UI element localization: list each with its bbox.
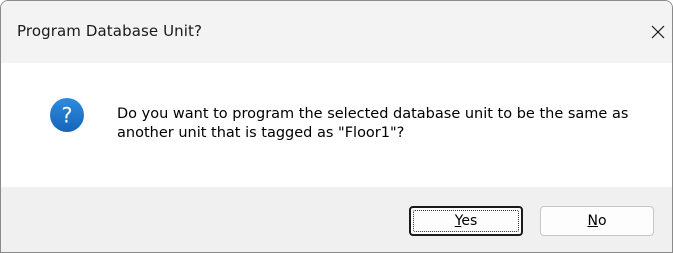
dialog-message: Do you want to program the selected data… [117, 106, 629, 141]
dialog-title: Program Database Unit? [17, 22, 203, 40]
no-label-rest: o [597, 213, 607, 229]
yes-button[interactable]: Yes [409, 206, 523, 236]
no-mnemonic: N [587, 213, 598, 229]
focus-ring [413, 210, 519, 232]
question-icon: ? [50, 98, 84, 132]
dialog-titlebar: Program Database Unit? [1, 1, 672, 63]
close-icon [651, 25, 665, 39]
svg-text:?: ? [61, 104, 72, 128]
no-button-label: No [587, 213, 606, 229]
close-button[interactable] [647, 19, 669, 45]
no-button[interactable]: No [540, 206, 654, 236]
program-database-unit-dialog: Program Database Unit? ? Do you want to … [0, 0, 673, 253]
dialog-content: ? Do you want to program the selected da… [1, 63, 672, 187]
dialog-footer: Yes No [1, 187, 672, 252]
